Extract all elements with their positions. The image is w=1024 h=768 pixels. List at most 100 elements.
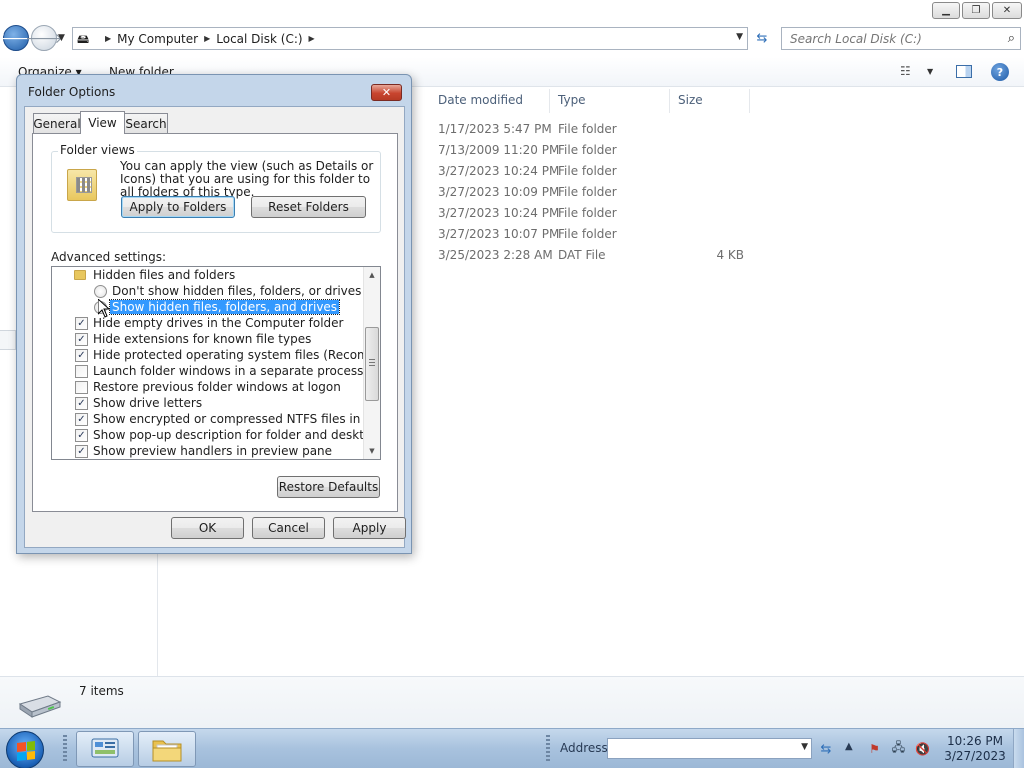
checkbox[interactable]: ✓ [75, 397, 88, 410]
breadcrumb-my-computer[interactable]: My Computer [117, 32, 198, 46]
column-header-date-modified[interactable]: Date modified [430, 89, 550, 113]
taskbar-address-box[interactable]: ▼ [607, 738, 812, 759]
forward-button[interactable]: 🡒 [25, 25, 63, 51]
start-button[interactable] [6, 731, 44, 768]
file-row[interactable]: 3/27/2023 10:07 PM File folder [430, 224, 750, 245]
show-hidden-icons-arrow-icon[interactable]: ▲ [845, 741, 853, 752]
file-row[interactable]: 3/25/2023 2:28 AM DAT File 4 KB [430, 245, 750, 266]
taskbar-go-button[interactable]: ⇆ [816, 739, 836, 759]
minimize-button[interactable]: ▁ [932, 2, 960, 19]
preview-pane-icon[interactable] [956, 65, 972, 78]
setting-label[interactable]: Launch folder windows in a separate proc… [93, 364, 363, 378]
taskbar-address-dropdown-icon[interactable]: ▼ [801, 742, 808, 752]
tab-view[interactable]: View [80, 111, 125, 134]
scroll-thumb[interactable] [365, 327, 379, 401]
setting-label[interactable]: Restore previous folder windows at logon [93, 380, 341, 394]
restore-button[interactable]: ❐ [962, 2, 990, 19]
search-input[interactable] [790, 31, 990, 46]
radio-dont-show-hidden-label[interactable]: Don't show hidden files, folders, or dri… [112, 284, 361, 298]
caption-buttons: ▁ ❐ ✕ [932, 2, 1022, 19]
breadcrumb-separator-icon[interactable]: ▶ [309, 34, 315, 43]
apply-to-folders-button[interactable]: Apply to Folders [121, 196, 235, 218]
nav-pane-scroll-tab[interactable] [0, 330, 16, 350]
cancel-button[interactable]: Cancel [252, 517, 325, 539]
address-history-dropdown-icon[interactable]: ▼ [736, 32, 743, 42]
dialog-title: Folder Options [28, 85, 116, 99]
checkbox[interactable] [75, 365, 88, 378]
breadcrumb-local-disk[interactable]: Local Disk (C:) [216, 32, 302, 46]
setting-label[interactable]: Show drive letters [93, 396, 202, 410]
taskbar-explorer-button[interactable] [138, 731, 196, 767]
folder-icon [74, 270, 86, 280]
checkbox[interactable]: ✓ [75, 413, 88, 426]
refresh-button[interactable]: ⇆ [752, 28, 772, 49]
setting-label[interactable]: Show encrypted or compressed NTFS files … [93, 412, 380, 426]
file-date: 3/27/2023 10:09 PM [438, 185, 560, 199]
apply-button[interactable]: Apply [333, 517, 406, 539]
checkbox[interactable] [75, 381, 88, 394]
recent-pages-dropdown[interactable]: ▼ [58, 33, 65, 43]
clock-time: 10:26 PM [947, 734, 1003, 748]
breadcrumb-separator-icon[interactable]: ▶ [105, 34, 111, 43]
checkbox[interactable]: ✓ [75, 317, 88, 330]
scroll-down-arrow-icon[interactable]: ▼ [364, 443, 380, 459]
setting-label[interactable]: Hide protected operating system files (R… [93, 348, 380, 362]
file-row[interactable]: 7/13/2009 11:20 PM File folder [430, 140, 750, 161]
setting-label[interactable]: Hide extensions for known file types [93, 332, 311, 346]
tab-general[interactable]: General [33, 113, 81, 133]
file-type: File folder [558, 143, 617, 157]
radio-show-hidden-label[interactable]: Show hidden files, folders, and drives [108, 299, 341, 315]
computer-icon: 🖴 [77, 31, 90, 46]
file-row[interactable]: 3/27/2023 10:09 PM File folder [430, 182, 750, 203]
file-date: 7/13/2009 11:20 PM [438, 143, 560, 157]
dialog-close-button[interactable]: ✕ [371, 84, 402, 101]
change-view-icon[interactable]: ☷ [900, 64, 911, 78]
clock-date: 3/27/2023 [944, 749, 1006, 763]
column-header-type[interactable]: Type [550, 89, 670, 113]
restore-defaults-button[interactable]: Restore Defaults [277, 476, 380, 498]
volume-muted-icon[interactable]: 🔇 [914, 740, 931, 757]
taskbar-control-panel-button[interactable] [76, 731, 134, 767]
file-row[interactable]: 3/27/2023 10:24 PM File folder [430, 161, 750, 182]
column-headers: Date modified Type Size [430, 89, 750, 113]
address-bar[interactable]: 🖴 ▶ My Computer ▶ Local Disk (C:) ▶ ▼ [72, 27, 748, 50]
tab-search[interactable]: Search [124, 113, 168, 133]
action-center-flag-icon[interactable]: ⚑ [866, 740, 883, 757]
close-window-button[interactable]: ✕ [992, 2, 1022, 19]
file-date: 1/17/2023 5:47 PM [438, 122, 552, 136]
ok-button[interactable]: OK [171, 517, 244, 539]
help-icon[interactable]: ? [991, 63, 1009, 81]
search-box[interactable]: ⌕ [781, 27, 1021, 50]
folder-views-group: Folder views You can apply the view (suc… [51, 143, 381, 233]
checkbox[interactable]: ✓ [75, 333, 88, 346]
setting-label[interactable]: Show preview handlers in preview pane [93, 444, 332, 458]
file-date: 3/27/2023 10:24 PM [438, 164, 560, 178]
control-panel-icon [91, 738, 119, 758]
taskbar-address-input[interactable] [608, 739, 793, 758]
setting-label[interactable]: Show pop-up description for folder and d… [93, 428, 380, 442]
view-dropdown-icon[interactable]: ▼ [927, 67, 933, 76]
network-icon[interactable]: 🖧 [890, 740, 907, 757]
search-icon[interactable]: ⌕ [1008, 31, 1015, 46]
checkbox[interactable]: ✓ [75, 445, 88, 458]
radio-dont-show-hidden[interactable] [94, 285, 107, 298]
file-row[interactable]: 3/27/2023 10:24 PM File folder [430, 203, 750, 224]
toolbar-gripper[interactable] [546, 735, 550, 763]
setting-label[interactable]: Hide empty drives in the Computer folder [93, 316, 343, 330]
reset-folders-button[interactable]: Reset Folders [251, 196, 366, 218]
column-header-size[interactable]: Size [670, 89, 750, 113]
advanced-settings-list[interactable]: Hidden files and folders Don't show hidd… [51, 266, 381, 460]
taskbar-gripper[interactable] [63, 735, 67, 763]
file-type: File folder [558, 122, 617, 136]
advanced-list-scrollbar[interactable]: ▲ ▼ [363, 267, 380, 459]
file-type: DAT File [558, 248, 606, 262]
folder-icon [152, 740, 182, 762]
scroll-up-arrow-icon[interactable]: ▲ [364, 267, 380, 283]
checkbox[interactable]: ✓ [75, 349, 88, 362]
system-clock[interactable]: 10:26 PM 3/27/2023 [942, 734, 1008, 764]
file-row[interactable]: 1/17/2023 5:47 PM File folder [430, 119, 750, 140]
breadcrumb-separator-icon[interactable]: ▶ [204, 34, 210, 43]
checkbox[interactable]: ✓ [75, 429, 88, 442]
show-desktop-button[interactable] [1013, 729, 1024, 768]
file-date: 3/27/2023 10:24 PM [438, 206, 560, 220]
